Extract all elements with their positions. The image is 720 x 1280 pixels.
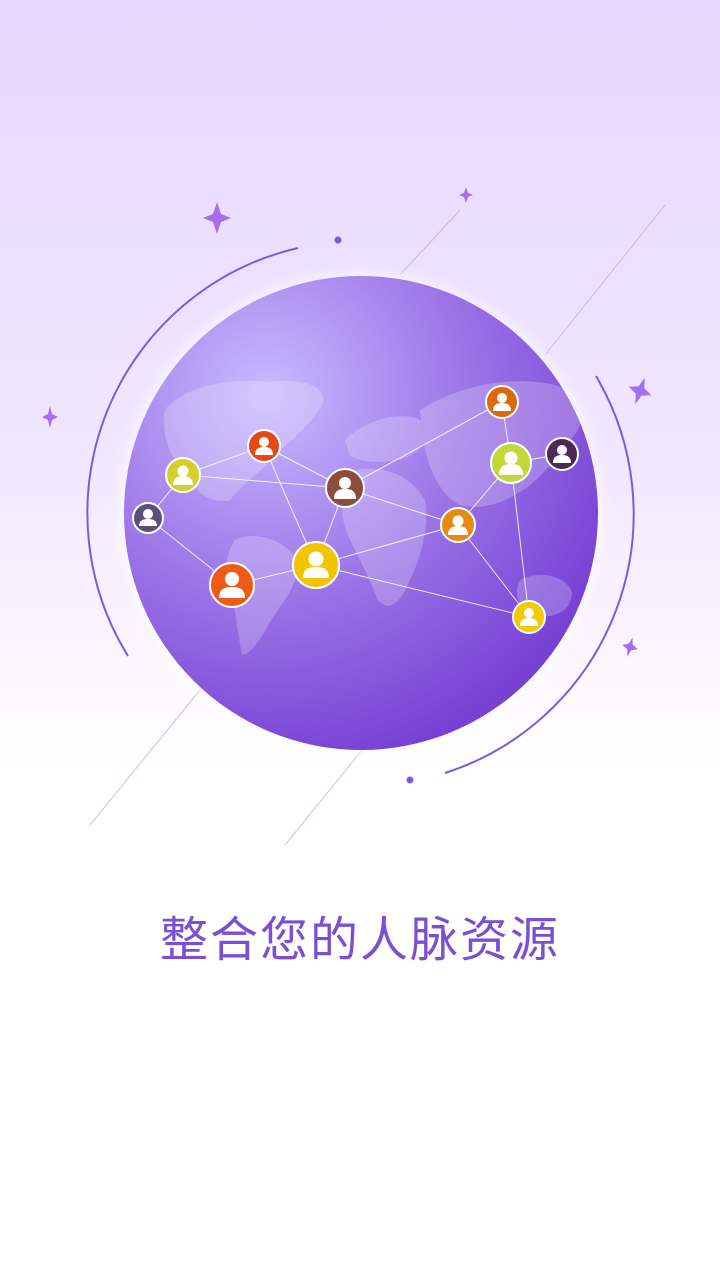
onboarding-tagline: 整合您的人脉资源 bbox=[159, 912, 560, 968]
sparkle-icon bbox=[42, 406, 58, 428]
user-avatar-icon bbox=[545, 437, 579, 471]
user-avatar-icon bbox=[512, 600, 546, 634]
orbit-dot-bottom bbox=[406, 776, 414, 784]
user-avatar-icon bbox=[325, 468, 365, 508]
orbit-dot-top bbox=[334, 236, 342, 244]
user-avatar-icon bbox=[165, 457, 201, 493]
user-avatar-icon bbox=[490, 442, 532, 484]
user-avatar-icon bbox=[247, 429, 281, 463]
sparkle-icon bbox=[459, 187, 473, 203]
user-avatar-icon bbox=[209, 562, 255, 608]
sparkle-icon bbox=[622, 637, 638, 657]
user-avatar-icon bbox=[292, 541, 340, 589]
user-avatar-icon bbox=[440, 507, 476, 543]
sparkle-icon bbox=[628, 377, 652, 405]
user-avatar-icon bbox=[132, 502, 164, 534]
sparkle-icon bbox=[203, 202, 231, 234]
network-globe-illustration bbox=[42, 187, 666, 846]
user-avatar-icon bbox=[485, 385, 519, 419]
